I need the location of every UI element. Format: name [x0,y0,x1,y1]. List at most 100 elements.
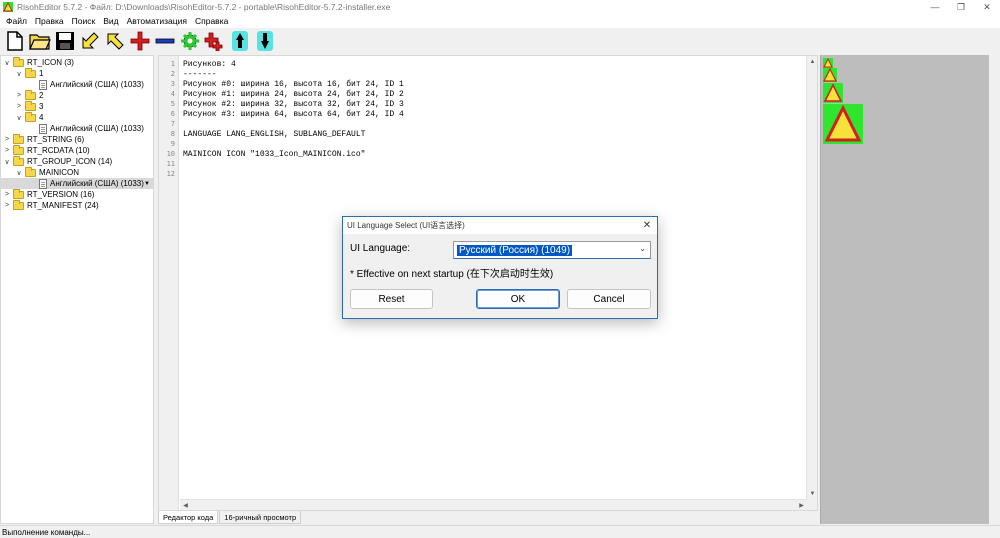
ui-language-select[interactable]: Русский (Россия) (1049) ⌄ [453,241,651,259]
line-number: 2 [170,70,175,78]
code-line: ------- [183,70,217,79]
descend-icon[interactable] [253,29,277,53]
tree-item-icon-1[interactable]: ∨ 1 [15,67,43,79]
tree-item-icon-3[interactable]: > 3 [15,100,44,112]
tree-item-label: Английский (США) (1033) [50,179,144,188]
status-bar: Выполнение команды... [0,525,1000,538]
tree-item-rt-icon[interactable]: ∨ RT_ICON (3) [3,56,74,68]
menu-search[interactable]: Поиск [68,16,100,26]
line-number: 12 [166,170,175,178]
reset-button[interactable]: Reset [350,289,433,309]
arrow-up-left-icon[interactable] [103,29,127,53]
tree-item-language-selected[interactable]: Английский (США) (1033) ▼ [1,178,153,189]
menu-help[interactable]: Справка [191,16,232,26]
tree-item-mainicon[interactable]: ∨ MAINICON [15,166,79,178]
code-line: Рисунок #1: ширина 24, высота 24, бит 24… [183,90,404,99]
ui-language-dialog: UI Language Select (UI语言选择) ✕ UI Languag… [342,216,658,319]
document-icon [39,79,47,90]
close-button[interactable]: ✕ [974,0,1000,14]
title-bar: RisohEditor 5.7.2 - Файл: D:\Downloads\R… [0,0,1000,14]
resource-tree[interactable]: ∨ RT_ICON (3) ∨ 1 Английский (США) (1033… [0,55,154,524]
maximize-button[interactable]: ❐ [948,0,974,14]
tree-item-rt-group-icon[interactable]: ∨ RT_GROUP_ICON (14) [3,155,112,167]
expand-toggle[interactable]: ∨ [15,70,23,78]
scroll-right-icon[interactable]: ▶ [796,500,807,511]
tree-item-label: 2 [39,91,44,100]
window-title: RisohEditor 5.7.2 - Файл: D:\Downloads\R… [17,2,391,12]
tree-item-rt-string[interactable]: > RT_STRING (6) [3,133,85,145]
minimize-button[interactable]: — [922,0,948,14]
delete-icon[interactable] [153,29,177,53]
ui-language-label: UI Language: [350,243,411,254]
expand-toggle[interactable]: ∨ [15,114,23,122]
line-number: 9 [170,140,175,148]
window-controls: — ❐ ✕ [922,0,1000,14]
tree-item-language[interactable]: Английский (США) (1033) [39,123,144,134]
expand-toggle[interactable]: > [15,92,23,99]
line-number: 1 [170,60,175,68]
new-file-icon[interactable] [3,29,27,53]
menu-file[interactable]: Файл [2,16,31,26]
chevron-down-icon[interactable]: ▼ [143,179,151,189]
tab-code-editor[interactable]: Редактор кода [158,511,219,524]
tree-item-label: 3 [39,102,44,111]
icon-preview-pane [820,55,1000,524]
tree-item-label: RT_RCDATA (10) [27,146,90,155]
gear-icon[interactable] [178,29,202,53]
expand-toggle[interactable]: > [3,191,11,198]
expand-toggle[interactable]: > [3,202,11,209]
tree-item-label: RT_STRING (6) [27,135,85,144]
icon-preview-64 [823,104,863,144]
tab-hex-view[interactable]: 16-ричный просмотр [219,511,302,524]
tree-item-rt-rcdata[interactable]: > RT_RCDATA (10) [3,144,90,156]
save-icon[interactable] [53,29,77,53]
expand-toggle[interactable]: > [3,147,11,154]
folder-icon [25,67,36,78]
preview-scrollbar[interactable] [989,55,1000,524]
vertical-scrollbar[interactable]: ▲ ▼ [806,56,817,510]
expand-toggle[interactable]: > [3,136,11,143]
tree-item-rt-manifest[interactable]: > RT_MANIFEST (24) [3,199,99,211]
open-folder-icon[interactable] [28,29,52,53]
code-line: Рисунок #2: ширина 32, высота 32, бит 24… [183,100,404,109]
line-number: 8 [170,130,175,138]
horizontal-scrollbar[interactable]: ◀ ▶ [180,499,807,510]
expand-toggle[interactable]: ∨ [15,169,23,177]
folder-icon [25,100,36,111]
expand-toggle[interactable]: ∨ [3,158,11,166]
ok-button[interactable]: OK [476,289,560,309]
selected-language: Русский (Россия) (1049) [457,244,573,256]
tree-item-language[interactable]: Английский (США) (1033) [39,79,144,90]
folder-icon [13,144,24,155]
wrench-add-icon[interactable] [203,29,227,53]
tree-item-icon-4[interactable]: ∨ 4 [15,111,43,123]
scroll-up-icon[interactable]: ▲ [807,56,818,67]
editor-tabs: Редактор кода 16-ричный просмотр [158,511,302,524]
tree-item-icon-2[interactable]: > 2 [15,89,44,101]
dialog-title: UI Language Select (UI语言选择) [347,221,465,230]
icon-preview-32 [823,83,843,103]
tree-item-label: RT_ICON (3) [27,58,74,67]
tree-item-rt-version[interactable]: > RT_VERSION (16) [3,188,94,200]
cancel-button[interactable]: Cancel [567,289,651,309]
dialog-title-bar: UI Language Select (UI语言选择) ✕ [343,217,657,234]
app-icon [3,2,13,12]
scroll-left-icon[interactable]: ◀ [180,500,191,511]
document-icon [39,178,47,189]
tree-item-label: RT_MANIFEST (24) [27,201,99,210]
menu-automation[interactable]: Автоматизация [123,16,191,26]
menu-edit[interactable]: Правка [31,16,68,26]
tree-item-label: MAINICON [39,168,79,177]
folder-icon [25,111,36,122]
icon-preview-16 [823,58,833,68]
line-number: 5 [170,100,175,108]
expand-toggle[interactable]: ∨ [3,59,11,67]
arrow-down-left-icon[interactable] [78,29,102,53]
scroll-down-icon[interactable]: ▼ [807,488,818,499]
add-icon[interactable] [128,29,152,53]
line-number-gutter: 1 2 3 4 5 6 7 8 9 10 11 12 [159,56,179,510]
dialog-close-icon[interactable]: ✕ [639,217,655,234]
ascend-icon[interactable] [228,29,252,53]
expand-toggle[interactable]: > [15,103,23,110]
menu-view[interactable]: Вид [99,16,122,26]
